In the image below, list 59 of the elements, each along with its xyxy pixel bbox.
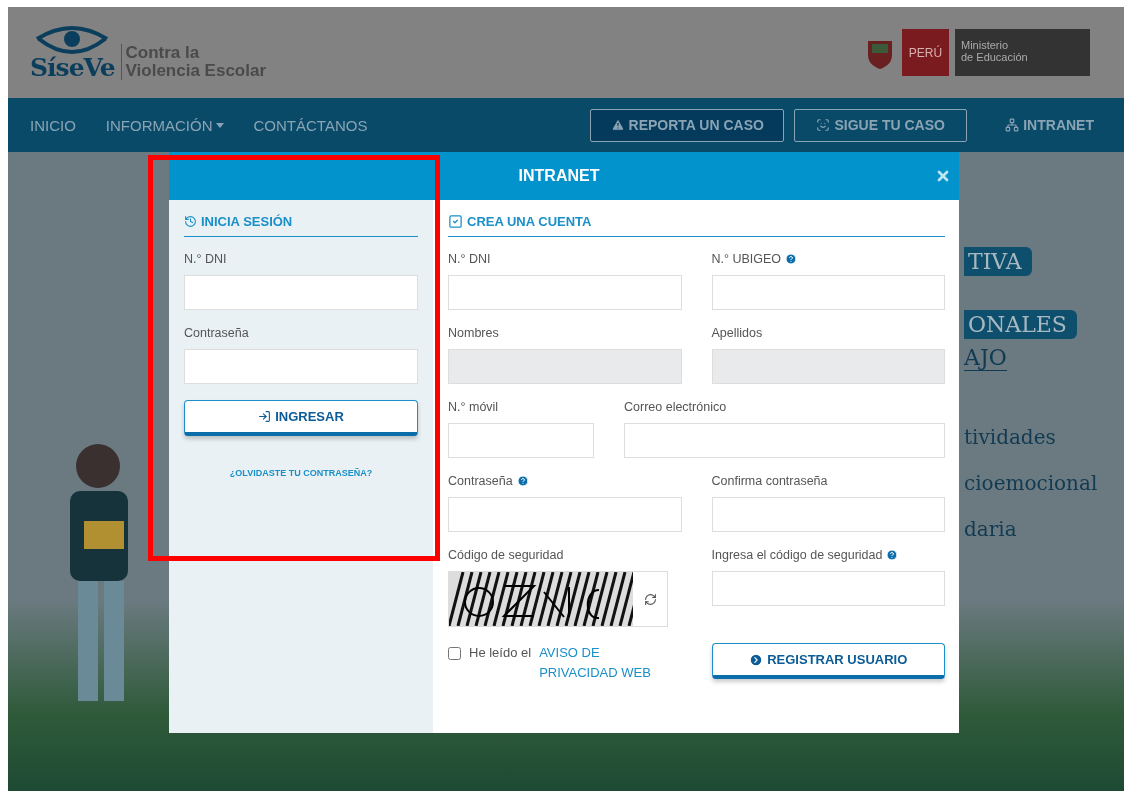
input-field[interactable] (184, 349, 418, 384)
hero-text: TIVA (964, 247, 1032, 276)
help-icon (886, 549, 899, 561)
refresh-icon (643, 592, 657, 606)
nav-link[interactable]: CONTÁCTANOS (253, 116, 368, 134)
field-label: Ingresa el código de seguridad (711, 548, 945, 562)
nav-button[interactable]: INTRANET (997, 108, 1102, 142)
nav-link[interactable]: INICIO (30, 116, 76, 134)
close-button[interactable] (935, 168, 951, 184)
nav-link[interactable]: INFORMACIÓN (105, 116, 224, 134)
field-label: Correo electrónico (624, 400, 728, 414)
privacy-checkbox[interactable] (448, 647, 461, 660)
checkbox-icon (448, 214, 463, 229)
hero-text: AJO (964, 345, 1007, 371)
field-label: N.° DNI (448, 252, 492, 266)
forgot-password-link[interactable]: ¿OLVIDASTE TU CONTRASEÑA? (229, 468, 373, 478)
input-field[interactable] (624, 423, 945, 458)
network-icon (1005, 118, 1020, 132)
dialog-title: INTRANET (518, 167, 600, 185)
tagline-text: Violencia Escolar (125, 62, 267, 80)
tagline-text: Contra la (125, 44, 201, 63)
country-badge: PERÚ (902, 29, 949, 76)
help-icon (785, 253, 798, 265)
field-label: Código de seguridad (448, 548, 565, 562)
field-label: Apellidos (711, 326, 764, 340)
chevron-circle-icon (749, 652, 764, 667)
nav-button[interactable]: SIGUE TU CASO (794, 108, 968, 142)
nav-button[interactable]: REPORTA UN CASO (590, 108, 785, 142)
logo-text: SíseVe (30, 55, 115, 80)
input-field[interactable] (711, 497, 945, 532)
input-field[interactable] (448, 275, 682, 310)
ministry-badge: Ministerio de Educación (955, 29, 1090, 76)
section-heading: INICIA SESIÓN (201, 214, 293, 229)
hero-text: tividades (964, 425, 1056, 449)
hero-text: ONALES (964, 310, 1077, 339)
help-icon (516, 475, 529, 487)
hero-text: daria (964, 517, 1017, 541)
privacy-link[interactable]: AVISO DE PRIVACIDAD WEB (539, 643, 682, 683)
caret-icon (215, 122, 224, 128)
hero-text: cioemocional (964, 471, 1098, 495)
field-label: Contraseña (184, 326, 250, 340)
field-label: N.° UBIGEO (711, 252, 945, 266)
field-label: Nombres (448, 326, 500, 340)
input-field[interactable] (711, 275, 945, 310)
register-button[interactable]: REGISTRAR USUARIO (711, 643, 945, 679)
input-field[interactable] (448, 497, 682, 532)
history-icon (184, 215, 197, 228)
input-field[interactable] (184, 275, 418, 310)
field-label: N.° DNI (184, 252, 228, 266)
field-label: N.° móvil (448, 400, 500, 414)
section-heading: CREA UNA CUENTA (467, 214, 592, 229)
field-label: Contraseña (448, 474, 682, 488)
privacy-text: He leído el (469, 644, 532, 662)
warning-icon (610, 118, 625, 132)
input-field[interactable] (711, 571, 945, 606)
login-button[interactable]: INGRESAR (184, 400, 418, 436)
field-label: Confirma contraseña (711, 474, 829, 488)
login-icon (258, 410, 272, 423)
input-field[interactable] (448, 423, 594, 458)
